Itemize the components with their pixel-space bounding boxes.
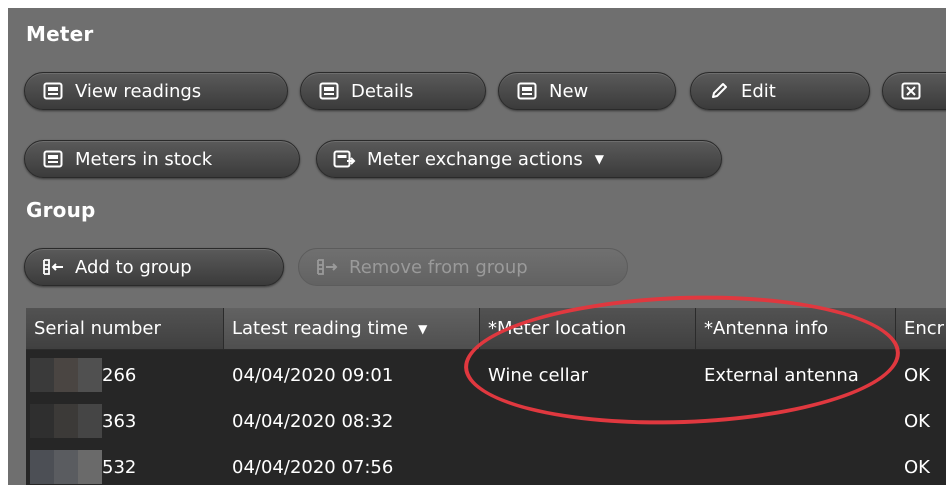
meter-icon — [515, 81, 539, 101]
table-row[interactable]: 363 04/04/2020 08:32 OK — [26, 398, 946, 444]
new-label: New — [549, 80, 589, 102]
edit-button[interactable]: Edit — [690, 72, 870, 110]
column-header-label: *Antenna info — [704, 318, 829, 339]
meter-icon — [317, 81, 341, 101]
table-row[interactable]: 532 04/04/2020 07:56 OK — [26, 444, 946, 485]
view-readings-label: View readings — [75, 80, 202, 102]
meter-location-cell — [480, 398, 696, 444]
serial-number-cell: 363 — [102, 410, 137, 432]
column-header-antenna-info[interactable]: *Antenna info — [696, 308, 896, 350]
meter-location-cell: Wine cellar — [488, 364, 589, 386]
app-window: Meter View readings Details New Edit Met… — [8, 8, 946, 485]
encryption-cell: OK — [904, 364, 930, 386]
antenna-info-cell — [696, 398, 896, 444]
reading-time-cell: 04/04/2020 08:32 — [232, 410, 394, 432]
column-header-meter-location[interactable]: *Meter location — [480, 308, 696, 350]
details-label: Details — [351, 80, 414, 102]
meter-exchange-actions-dropdown[interactable]: Meter exchange actions ▼ — [316, 140, 722, 178]
column-header-serial-number[interactable]: Serial number — [26, 308, 224, 350]
meter-exchange-icon — [333, 149, 357, 169]
column-header-label: Encr — [904, 318, 945, 339]
meter-location-cell — [480, 444, 696, 485]
redacted-serial-prefix — [30, 450, 102, 484]
serial-number-cell: 266 — [102, 364, 137, 386]
add-to-group-label: Add to group — [75, 256, 192, 278]
encryption-cell: OK — [904, 456, 930, 478]
remove-from-group-label: Remove from group — [349, 256, 528, 278]
view-readings-button[interactable]: View readings — [24, 72, 288, 110]
group-section-title: Group — [26, 198, 96, 222]
antenna-info-cell — [696, 444, 896, 485]
column-header-label: Latest reading time — [232, 318, 409, 339]
meter-icon — [41, 81, 65, 101]
encryption-cell: OK — [904, 410, 930, 432]
remove-from-group-icon — [315, 257, 339, 277]
serial-number-cell: 532 — [102, 456, 137, 478]
delete-box-icon — [899, 81, 923, 101]
table-header-row: Serial number Latest reading time ▼ *Met… — [26, 308, 946, 350]
new-button[interactable]: New — [498, 72, 676, 110]
meter-section-title: Meter — [26, 22, 94, 46]
column-header-encryption[interactable]: Encr — [896, 308, 946, 350]
add-to-group-button[interactable]: Add to group — [24, 248, 284, 286]
column-header-label: *Meter location — [488, 318, 627, 339]
reading-time-cell: 04/04/2020 07:56 — [232, 456, 394, 478]
meter-icon — [41, 149, 65, 169]
remove-from-group-button[interactable]: Remove from group — [298, 248, 628, 286]
pencil-icon — [707, 81, 731, 101]
redacted-serial-prefix — [30, 404, 102, 438]
chevron-down-icon: ▼ — [594, 152, 604, 166]
antenna-info-cell: External antenna — [704, 364, 859, 386]
column-header-label: Serial number — [34, 318, 161, 339]
meters-table: Serial number Latest reading time ▼ *Met… — [26, 308, 946, 485]
reading-time-cell: 04/04/2020 09:01 — [232, 364, 394, 386]
meter-exchange-actions-label: Meter exchange actions — [367, 148, 583, 170]
redacted-serial-prefix — [30, 358, 102, 392]
table-row[interactable]: 266 04/04/2020 09:01 Wine cellar Externa… — [26, 352, 946, 398]
sort-descending-icon: ▼ — [418, 321, 428, 336]
meters-in-stock-button[interactable]: Meters in stock — [24, 140, 300, 178]
meters-in-stock-label: Meters in stock — [75, 148, 213, 170]
delete-button[interactable] — [882, 72, 946, 110]
add-to-group-icon — [41, 257, 65, 277]
column-header-latest-reading-time[interactable]: Latest reading time ▼ — [224, 308, 480, 350]
edit-label: Edit — [741, 80, 776, 102]
details-button[interactable]: Details — [300, 72, 486, 110]
